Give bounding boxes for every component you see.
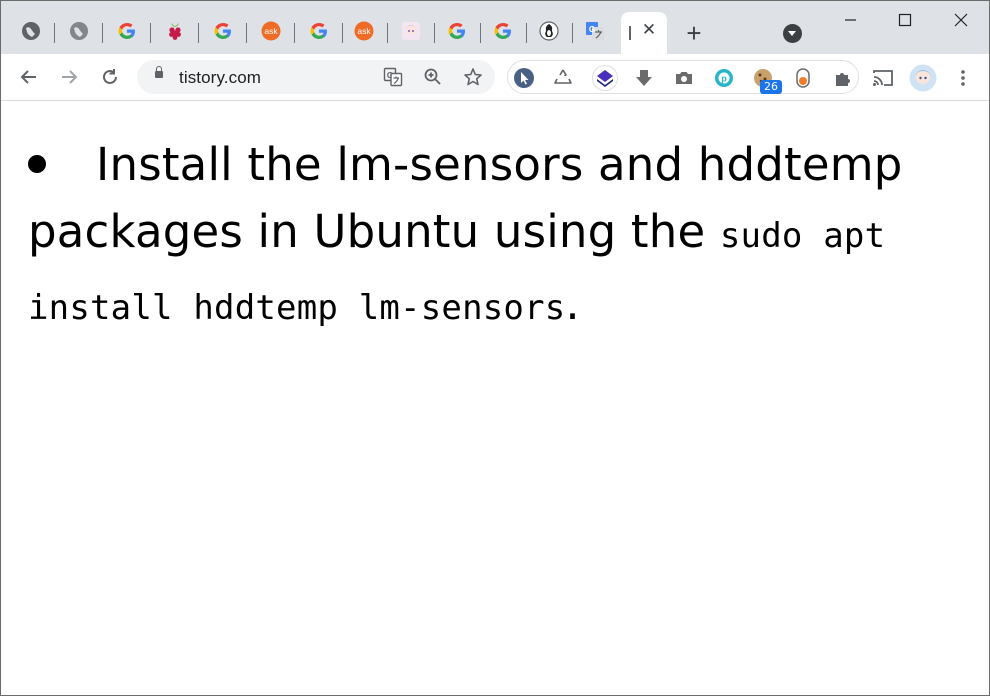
profile-avatar[interactable] [909,64,937,92]
tab-strip: ask ask G ✕ + [1,1,989,54]
loading-tab-icon [629,26,631,40]
google-icon [494,23,511,39]
extensions-pill: p 26 [507,60,859,94]
extension-badge: 26 [760,80,782,94]
forward-arrow-icon[interactable] [58,66,80,88]
new-tab-button[interactable]: + [682,20,706,46]
active-tab[interactable]: ✕ [621,12,667,54]
back-arrow-icon[interactable] [18,66,40,88]
p-extension-icon[interactable]: p [713,67,735,89]
tab-11[interactable] [481,13,527,54]
tab-8[interactable]: ask [342,13,388,54]
tab-10[interactable] [435,13,481,54]
anime-avatar-icon [402,22,420,40]
translate-page-icon[interactable]: G [383,67,403,87]
tab-9[interactable] [389,13,435,54]
tab-2[interactable] [57,13,103,54]
lock-icon[interactable] [155,66,163,78]
tab-7[interactable] [297,13,343,54]
address-url[interactable]: tistory.com [179,68,261,88]
instruction-period: . [565,277,580,330]
tab-13[interactable]: G [573,13,619,54]
raspberry-icon [169,23,181,40]
tab-3[interactable] [105,13,151,54]
tab-search-button[interactable] [783,24,802,43]
globe-icon [22,22,40,40]
maximize-icon [898,13,912,27]
browser-window: ask ask G ✕ + tistory.com G p 26 Install… [0,0,990,696]
globe-icon [70,22,88,40]
cursor-extension-icon[interactable] [513,67,535,89]
reload-icon[interactable] [99,66,121,88]
download-extension-icon[interactable] [633,67,655,89]
svg-text:G: G [589,25,595,34]
tab-12[interactable] [527,13,573,54]
linux-tux-icon [539,21,559,41]
ask-icon-label: ask [357,26,371,36]
recycle-icon[interactable] [552,67,574,89]
tab-4[interactable] [153,13,199,54]
browser-toolbar: tistory.com G p 26 [1,54,989,101]
ask-icon: ask [354,21,374,41]
more-menu-icon[interactable] [953,67,973,89]
ask-icon: ask [261,21,281,41]
google-icon [448,23,465,39]
tab-1[interactable] [9,13,55,54]
maximize-button[interactable] [885,6,925,34]
bookmark-star-icon[interactable] [463,67,483,87]
google-icon [214,23,231,39]
address-bar[interactable]: tistory.com G [137,60,495,94]
close-icon [954,13,968,27]
minimize-icon [845,19,856,21]
puzzle-extensions-icon[interactable] [832,67,854,89]
svg-text:p: p [721,74,727,84]
zoom-icon[interactable] [423,67,443,87]
google-icon [118,23,135,39]
camera-icon[interactable] [673,67,695,89]
google-icon [310,23,327,39]
tab-5[interactable] [201,13,247,54]
minimize-button[interactable] [831,6,871,34]
tab-6[interactable]: ask [249,13,295,54]
translate-icon: G [586,22,604,40]
toggle-extension-icon[interactable] [792,67,814,89]
close-window-button[interactable] [941,6,981,34]
list-item: Install the lm-sensors and hddtemp packa… [28,131,928,342]
cast-icon[interactable] [872,67,894,89]
layers-extension-icon[interactable] [592,65,618,91]
page-content: Install the lm-sensors and hddtemp packa… [1,101,989,695]
ask-icon-label: ask [264,26,278,36]
tab-close-button[interactable]: ✕ [639,20,659,40]
